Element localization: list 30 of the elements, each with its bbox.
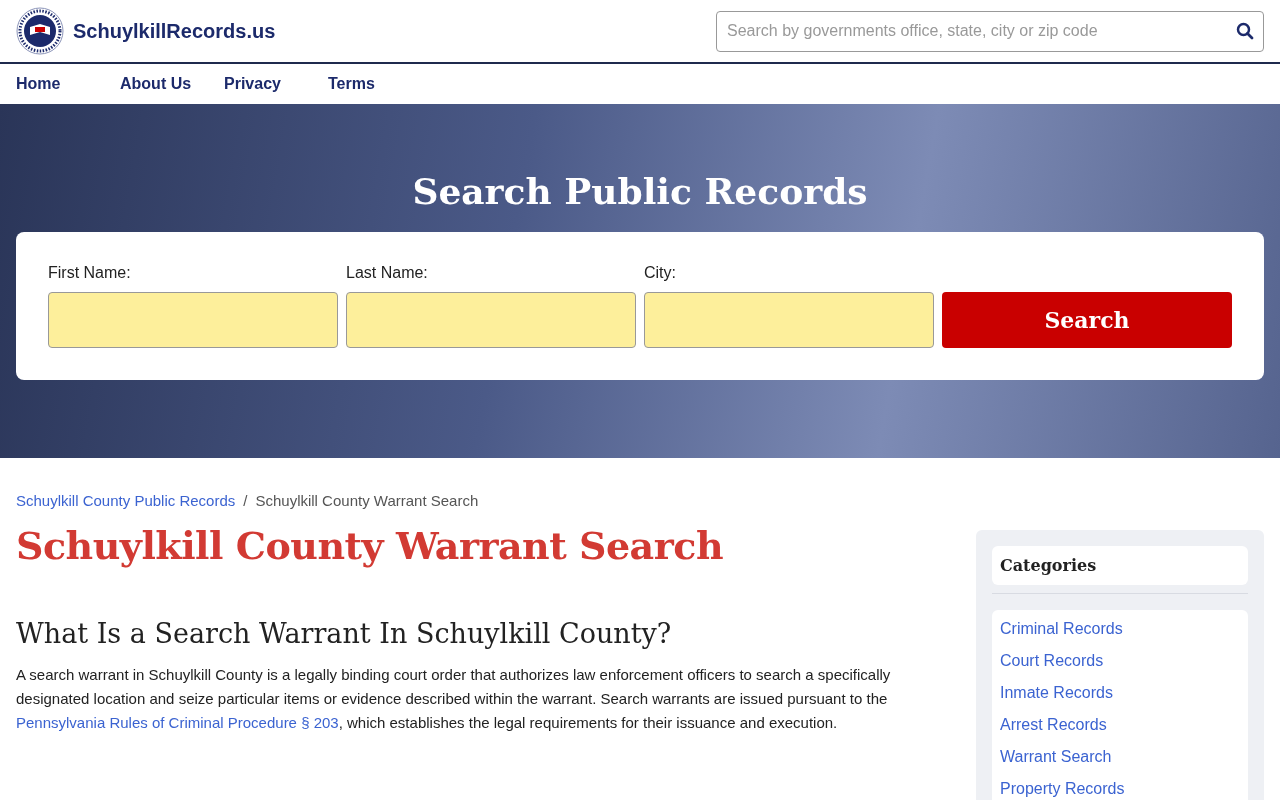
- page-title: Schuylkill County Warrant Search: [16, 523, 725, 568]
- field-label: City:: [644, 264, 677, 282]
- nav-link[interactable]: Terms: [328, 75, 375, 93]
- body-paragraph: A search warrant in Schuylkill County is a legally binding court order that authorizes law enforcement officers to search a specifically designated location and seize particular items or evidence described within the warrant. Search warrants are issued pursuant to the Pennsylvania Rules of Criminal Procedure § 203, which establishes the legal requirements for their issuance and execution.: [16, 665, 892, 733]
- site-name[interactable]: SchuylkillRecords.us: [73, 19, 276, 43]
- input-field[interactable]: [346, 292, 636, 348]
- category-link[interactable]: Property Records: [1000, 778, 1240, 800]
- site-search-field[interactable]: Search by governments office, state, city or zip code: [716, 10, 1264, 52]
- search-button[interactable]: Search: [942, 292, 1232, 348]
- category-link[interactable]: Court Records: [1000, 650, 1240, 672]
- nav-link[interactable]: Privacy: [224, 75, 328, 93]
- nav-link[interactable]: Home: [16, 75, 120, 93]
- section-heading: What Is a Search Warrant In Schuylkill County?: [16, 618, 673, 649]
- hero-title: Search Public Records: [412, 170, 868, 212]
- sidebar-title: Categories: [1000, 556, 1098, 575]
- nav-link[interactable]: About Us: [120, 75, 224, 93]
- category-link[interactable]: Criminal Records: [1000, 618, 1240, 640]
- input-field[interactable]: [644, 292, 934, 348]
- field-label: Last Name:: [346, 264, 429, 282]
- seal-logo-icon: [16, 7, 64, 55]
- search-icon[interactable]: [1236, 21, 1254, 40]
- category-link[interactable]: Inmate Records: [1000, 682, 1240, 704]
- input-field[interactable]: [48, 292, 338, 348]
- field-label: First Name:: [48, 264, 132, 282]
- category-link[interactable]: Warrant Search: [1000, 746, 1240, 768]
- breadcrumb-separator: /: [243, 492, 248, 509]
- breadcrumb-link[interactable]: Schuylkill County Public Records: [16, 492, 236, 509]
- breadcrumb-current: Schuylkill County Warrant Search: [255, 492, 479, 509]
- category-link[interactable]: Arrest Records: [1000, 714, 1240, 736]
- rules-link[interactable]: Pennsylvania Rules of Criminal Procedure § 203: [16, 714, 339, 731]
